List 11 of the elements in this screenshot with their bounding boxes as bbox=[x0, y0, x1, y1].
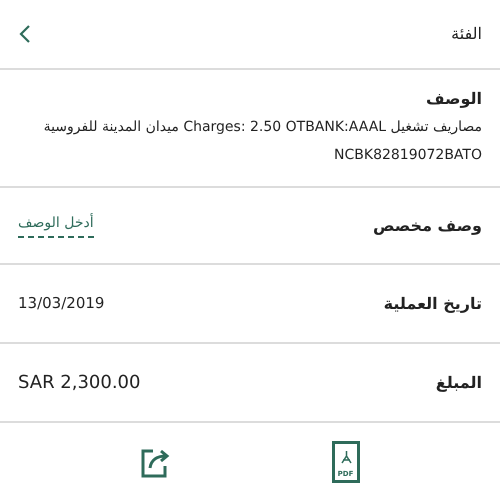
description-input-field[interactable]: أدخل الوصف bbox=[18, 213, 94, 238]
back-button[interactable] bbox=[18, 23, 32, 45]
description-text: مصاريف تشغيل Charges: 2.50 OTBANK:AAAL ميدان المدينة للفروسية NCBK82819072BATO bbox=[42, 118, 482, 165]
acrobat-icon bbox=[340, 450, 352, 464]
field-value: SAR 2,300.00 bbox=[18, 371, 140, 395]
field-label: المبلغ bbox=[436, 372, 482, 394]
custom-description-label: وصف مخصص bbox=[372, 214, 482, 237]
field-label: تاريخ العملية bbox=[384, 292, 482, 315]
category-title: الفئة bbox=[451, 23, 482, 45]
description-label: الوصف bbox=[424, 88, 482, 110]
field-value: 13/03/2019 bbox=[18, 293, 104, 314]
